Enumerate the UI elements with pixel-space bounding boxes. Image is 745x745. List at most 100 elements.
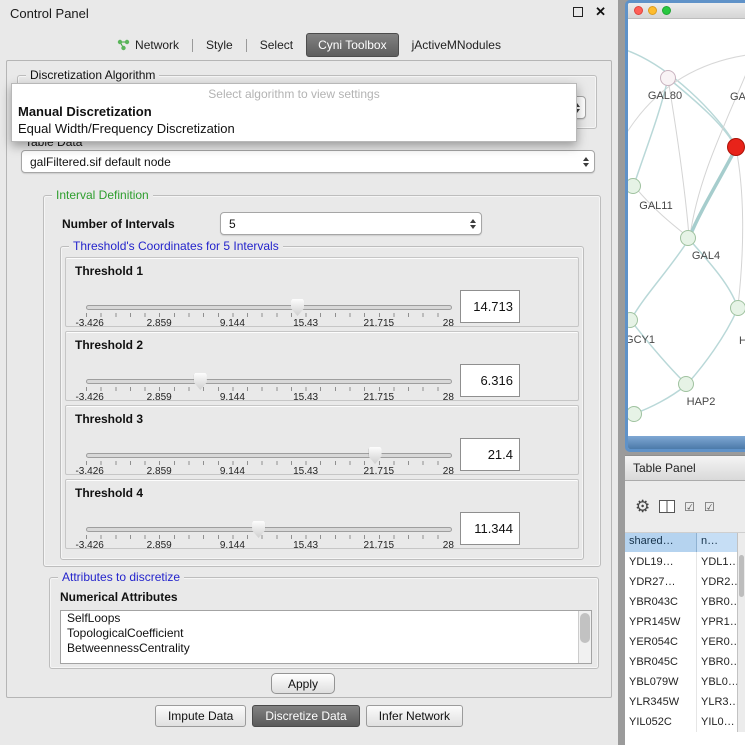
slider-track[interactable] (86, 527, 452, 532)
table-row[interactable]: YBR043CYBR0… (625, 592, 745, 612)
tab-infer-network[interactable]: Infer Network (366, 705, 463, 727)
tick-label: -3.426 (75, 540, 103, 551)
table-row[interactable]: YDL19…YDL1… (625, 552, 745, 572)
slider-ticks (86, 313, 452, 317)
slider-track[interactable] (86, 453, 452, 458)
table-row[interactable]: YIL052CYIL0… (625, 712, 745, 732)
threshold-value-field[interactable]: 21.4 (460, 438, 520, 471)
threshold-value: 11.344 (474, 521, 513, 536)
network-window-footer (628, 436, 745, 449)
tick-label: -3.426 (75, 392, 103, 403)
threshold-value-field[interactable]: 14.713 (460, 290, 520, 323)
tab-cyni-toolbox[interactable]: Cyni Toolbox (306, 33, 398, 57)
slider-track[interactable] (86, 379, 452, 384)
zoom-traffic-light-icon[interactable] (662, 6, 671, 15)
threshold-label: Threshold 4 (75, 486, 143, 500)
gear-icon[interactable]: ⚙ (635, 498, 650, 515)
threshold-1-box: Threshold 1 -3.426 2.859 9.144 15.43 (65, 257, 579, 327)
table-cell: YIL052C (625, 712, 697, 732)
table-scrollbar[interactable] (737, 533, 745, 732)
tick-label: 2.859 (147, 318, 172, 329)
table-column-headers: shared… n… (625, 533, 745, 552)
table-toolbar: ⚙ ☑ ☑ (625, 481, 745, 533)
network-node[interactable] (730, 300, 745, 316)
float-window-icon[interactable] (573, 7, 583, 17)
list-item[interactable]: BetweennessCentrality (61, 641, 591, 656)
network-node[interactable] (678, 376, 694, 392)
dropdown-option-equal-width-frequency[interactable]: Equal Width/Frequency Discretization (12, 120, 576, 137)
table-cell: YER054C (625, 632, 697, 652)
network-view-window: GAL80 GA GAL11 GAL4 GCY1 H HAP2 (625, 0, 745, 452)
table-cell: YPR145W (625, 612, 697, 632)
threshold-value: 21.4 (488, 447, 513, 462)
tab-style[interactable]: Style (198, 34, 241, 56)
network-node-label: GA (730, 91, 745, 103)
slider-track[interactable] (86, 305, 452, 310)
table-row[interactable]: YPR145WYPR1… (625, 612, 745, 632)
table-cell: YDR27… (625, 572, 697, 592)
network-node-highlighted[interactable] (727, 138, 745, 156)
table-row[interactable]: YBR045CYBR0… (625, 652, 745, 672)
network-node-label: HAP2 (687, 396, 716, 408)
network-node-label: GCY1 (628, 334, 655, 346)
slider-scale: -3.426 2.859 9.144 15.43 21.715 28 (86, 540, 452, 552)
algorithm-dropdown-list: Select algorithm to view settings Manual… (11, 83, 577, 142)
tick-label: 28 (443, 392, 454, 403)
slider-scale: -3.426 2.859 9.144 15.43 21.715 28 (86, 392, 452, 404)
numerical-attributes-list: SelfLoops TopologicalCoefficient Between… (60, 610, 592, 664)
network-node[interactable] (680, 230, 696, 246)
list-item[interactable]: TopologicalCoefficient (61, 626, 591, 641)
slider-scale: -3.426 2.859 9.144 15.43 21.715 28 (86, 318, 452, 330)
column-header-shared-name[interactable]: shared… (625, 533, 697, 552)
slider-ticks (86, 461, 452, 465)
network-icon (117, 39, 130, 51)
threshold-value-field[interactable]: 11.344 (460, 512, 520, 545)
tick-label: 15.43 (293, 318, 318, 329)
table-row[interactable]: YER054CYER0… (625, 632, 745, 652)
combo-arrows-icon (577, 157, 594, 167)
combobox-value: 5 (221, 217, 464, 231)
tab-select[interactable]: Select (252, 34, 301, 56)
tab-label: jActiveMNodules (412, 38, 501, 52)
tick-label: 9.144 (220, 392, 245, 403)
combo-arrows-icon (464, 219, 481, 229)
show-columns-icon[interactable] (659, 500, 675, 513)
dropdown-option-manual-discretization[interactable]: Manual Discretization (12, 103, 576, 120)
tick-label: 21.715 (364, 392, 395, 403)
scrollbar-thumb[interactable] (580, 613, 590, 643)
table-row[interactable]: YBL079WYBL0… (625, 672, 745, 692)
table-row[interactable]: YDR27…YDR2… (625, 572, 745, 592)
tab-impute-data[interactable]: Impute Data (155, 705, 246, 727)
apply-button[interactable]: Apply (271, 673, 335, 694)
close-traffic-light-icon[interactable] (634, 6, 643, 15)
table-panel: Table Panel ⚙ ☑ ☑ shared… n… YDL19…YDL1…… (625, 455, 745, 745)
list-item[interactable]: SelfLoops (61, 611, 591, 626)
unselect-all-columns-icon[interactable]: ☑ (704, 501, 715, 513)
table-cell: YLR345W (625, 692, 697, 712)
threshold-2-box: Threshold 2 -3.426 2.859 9.144 15.43 (65, 331, 579, 401)
tab-label: Style (206, 38, 233, 52)
tick-label: 28 (443, 466, 454, 477)
number-of-intervals-combobox[interactable]: 5 (220, 212, 482, 235)
table-row[interactable]: YLR345WYLR3… (625, 692, 745, 712)
tick-label: 21.715 (364, 466, 395, 477)
select-all-columns-icon[interactable]: ☑ (684, 501, 695, 513)
close-icon[interactable]: ✕ (595, 7, 606, 17)
tab-jactivemnodules[interactable]: jActiveMNodules (404, 34, 509, 56)
list-scrollbar[interactable] (578, 611, 591, 663)
table-data-combobox[interactable]: galFiltered.sif default node (21, 150, 595, 173)
threshold-2-slider: -3.426 2.859 9.144 15.43 21.715 28 (86, 362, 452, 400)
tab-label: Select (260, 38, 293, 52)
minimize-traffic-light-icon[interactable] (648, 6, 657, 15)
threshold-value: 6.316 (480, 373, 513, 388)
network-canvas[interactable]: GAL80 GA GAL11 GAL4 GCY1 H HAP2 (628, 19, 745, 436)
threshold-value-field[interactable]: 6.316 (460, 364, 520, 397)
tab-discretize-data[interactable]: Discretize Data (252, 705, 359, 727)
tab-network[interactable]: Network (109, 34, 187, 56)
group-title: Attributes to discretize (58, 570, 184, 584)
tick-label: 21.715 (364, 318, 395, 329)
scrollbar-thumb[interactable] (739, 555, 744, 597)
control-panel-titlebar: Control Panel ✕ (0, 0, 618, 26)
network-node[interactable] (660, 70, 676, 86)
table-cell: YBR043C (625, 592, 697, 612)
